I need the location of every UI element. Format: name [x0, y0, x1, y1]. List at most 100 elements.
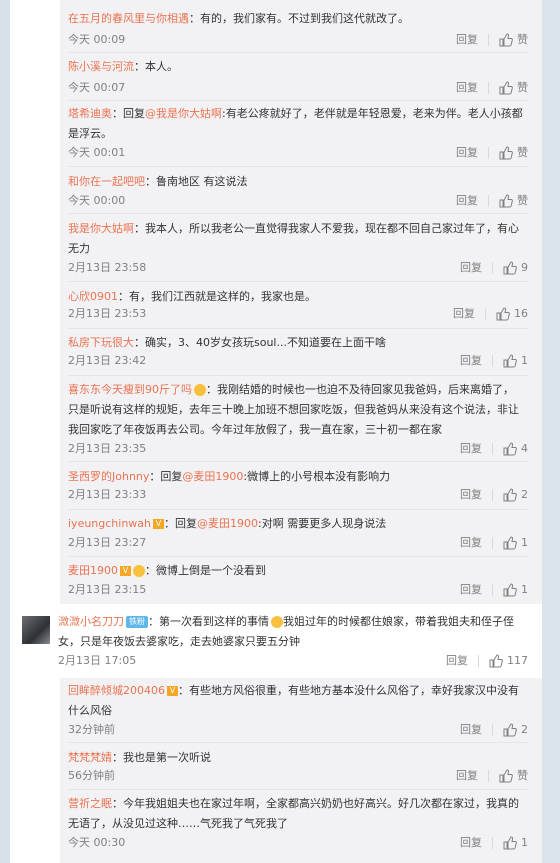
reply-item: 麦田1900 V ：微博上倒是一个没看到 2月13日 23:15 回复 1	[68, 561, 528, 603]
like-button[interactable]: 赞	[499, 144, 528, 162]
like-button[interactable]: 16	[496, 305, 528, 323]
reply-text: 什么风俗	[68, 704, 112, 717]
reply-username[interactable]: 在五月的春风里与你相遇	[68, 12, 189, 25]
mention-link[interactable]: @麦田1900	[197, 517, 258, 530]
action-divider	[492, 443, 493, 455]
reply-time: 今天 00:00	[68, 194, 126, 207]
reply-text: ：有的，我们家有。不过到我们这代就改了。	[189, 12, 409, 25]
like-button[interactable]: 2	[503, 486, 528, 504]
reply-time: 56分钟前	[68, 769, 115, 782]
reply-button[interactable]: 回复	[460, 486, 482, 504]
reply-button[interactable]: 回复	[460, 352, 482, 370]
like-button[interactable]: 1	[503, 581, 528, 599]
reply-actions: 回复 4	[460, 440, 528, 458]
reply-username[interactable]: 我是你大姑啊	[68, 222, 134, 235]
like-count: 赞	[517, 81, 528, 94]
reply-username[interactable]: 私房下玩很大	[68, 336, 134, 349]
reply-time: 2月13日 23:58	[68, 261, 147, 274]
reply-text: ：我也是第一次听说	[112, 751, 211, 764]
comment-actions: 回复 117	[446, 652, 528, 670]
like-button[interactable]: 1	[503, 352, 528, 370]
reply-text: ：确实，3、40岁女孩玩soul...不知道要在上面干啥	[134, 336, 386, 349]
reply-username[interactable]: 梵梵梵婧	[68, 751, 112, 764]
like-button[interactable]: 赞	[499, 192, 528, 210]
mention-link[interactable]: @我是你大姑啊	[145, 107, 222, 120]
reply-button[interactable]: 回复	[453, 305, 475, 323]
reply-actions: 回复 2	[460, 486, 528, 504]
like-button[interactable]: 1	[503, 534, 528, 552]
action-divider	[492, 355, 493, 367]
avatar[interactable]	[22, 616, 50, 644]
reply-time: 今天 00:30	[68, 836, 126, 849]
reply-username[interactable]: 营祈之眠	[68, 797, 112, 810]
like-count: 4	[521, 442, 528, 455]
reply-username[interactable]: 陈小溪与河流	[68, 60, 134, 73]
comment-username[interactable]: 溦溦小名刀刀	[58, 615, 124, 628]
reply-button[interactable]: 回复	[456, 31, 478, 49]
reply-time: 今天 00:01	[68, 146, 126, 159]
reply-time: 2月13日 23:33	[68, 488, 147, 501]
reply-button[interactable]: 回复	[456, 192, 478, 210]
action-divider	[492, 537, 493, 549]
reply-item: 回眸醉倾城200406 V ：有些地方风俗很重，有些地方基本没什么风俗了，幸好我家汉…	[68, 681, 528, 741]
comment-time: 2月13日 17:05	[58, 654, 137, 667]
reply-item: 梵梵梵婧：我也是第一次听说 56分钟前 回复 赞	[68, 748, 528, 790]
action-divider	[492, 724, 493, 736]
action-divider	[485, 308, 486, 320]
comment-item: 溦溦小名刀刀 铁粉 ：第一次看到这样的事情 我姐过年的时候都住娘家，带着我姐夫和侄子侄…	[58, 612, 528, 672]
reply-actions: 回复 2	[460, 721, 528, 739]
thumbs-up-icon	[503, 442, 517, 456]
like-count: 1	[521, 836, 528, 849]
comment-text: ：第一次看到这样的事情	[148, 615, 269, 628]
reply-time: 2月13日 23:53	[68, 307, 147, 320]
like-button[interactable]: 9	[503, 259, 528, 277]
like-button[interactable]: 1	[503, 834, 528, 852]
reply-actions: 回复 9	[460, 259, 528, 277]
thumbs-up-icon	[503, 583, 517, 597]
like-button[interactable]: 2	[503, 721, 528, 739]
divider	[68, 328, 528, 329]
action-divider	[488, 82, 489, 94]
reply-username[interactable]: 圣西罗的Johnny	[68, 470, 149, 483]
reply-item: 喜东东今天瘦到90斤了吗 ：我刚结婚的时候也一也迫不及待回家见我爸妈，后来离婚了，…	[68, 380, 528, 460]
like-button[interactable]: 赞	[499, 767, 528, 785]
reply-button[interactable]: 回复	[460, 440, 482, 458]
mention-link[interactable]: @麦田1900	[182, 470, 243, 483]
reply-username[interactable]: 塔希迪奥	[68, 107, 112, 120]
reply-button[interactable]: 回复	[460, 721, 482, 739]
thumbs-up-icon	[499, 146, 513, 160]
reply-username[interactable]: 和你在一起吧吧	[68, 175, 145, 188]
reply-item: 心欣0901：有，我们江西就是这样的，我家也是。 2月13日 23:53 回复 …	[68, 287, 528, 329]
divider	[68, 52, 528, 53]
reply-button[interactable]: 回复	[456, 767, 478, 785]
reply-actions: 回复 1	[460, 352, 528, 370]
like-button[interactable]: 117	[489, 652, 528, 670]
reply-time: 今天 00:07	[68, 81, 126, 94]
divider	[68, 100, 528, 101]
like-button[interactable]: 赞	[499, 31, 528, 49]
reply-username[interactable]: 麦田1900	[68, 564, 118, 577]
reply-button[interactable]: 回复	[460, 259, 482, 277]
reply-actions: 回复 赞	[456, 31, 528, 49]
reply-username[interactable]: 心欣0901	[68, 290, 118, 303]
reply-button[interactable]: 回复	[456, 144, 478, 162]
reply-username[interactable]: iyeungchinwah	[68, 517, 151, 530]
reply-button[interactable]: 回复	[446, 652, 468, 670]
like-button[interactable]: 4	[503, 440, 528, 458]
reply-username[interactable]: 喜东东今天瘦到90斤了吗	[68, 383, 192, 396]
reply-item: 陈小溪与河流：本人。 今天 00:07 回复 赞	[68, 57, 528, 99]
reply-button[interactable]: 回复	[460, 534, 482, 552]
like-count: 1	[521, 583, 528, 596]
divider	[68, 509, 528, 510]
emoji-icon	[133, 565, 145, 577]
action-divider	[492, 584, 493, 596]
thumbs-up-icon	[499, 33, 513, 47]
reply-button[interactable]: 回复	[460, 834, 482, 852]
reply-username[interactable]: 回眸醉倾城200406	[68, 684, 165, 697]
reply-button[interactable]: 回复	[460, 581, 482, 599]
like-button[interactable]: 赞	[499, 79, 528, 97]
divider	[68, 742, 528, 743]
emoji-icon	[194, 384, 206, 396]
reply-button[interactable]: 回复	[456, 79, 478, 97]
divider	[68, 213, 528, 214]
